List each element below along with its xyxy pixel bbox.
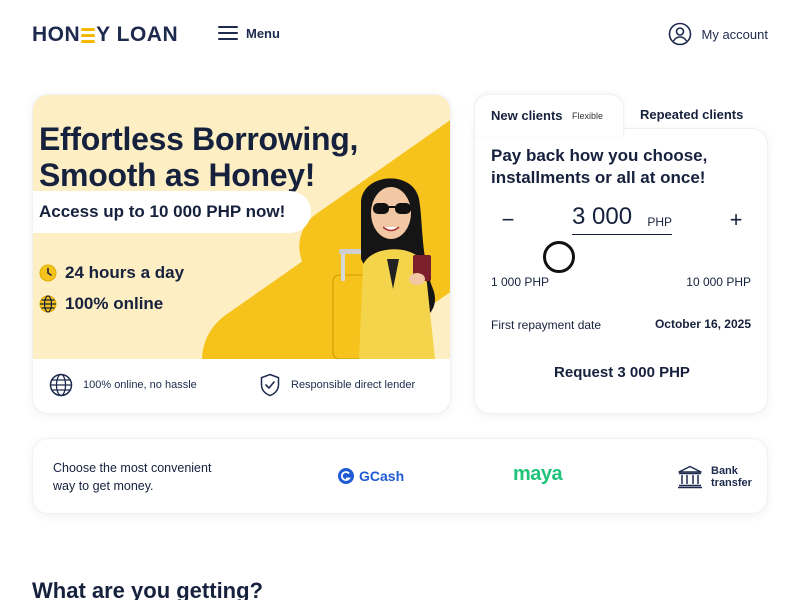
feature-online: 100% online — [39, 294, 163, 314]
shield-check-icon — [260, 373, 280, 397]
payout-methods-text: Choose the most convenient way to get mo… — [53, 461, 212, 493]
minus-icon: − — [501, 207, 515, 232]
user-icon — [668, 22, 691, 46]
feature-24h-label: 24 hours a day — [65, 263, 185, 282]
amount-value: 3 000 — [572, 203, 633, 230]
bank-label: Bank transfer — [711, 465, 752, 489]
logo-text-left: HON — [32, 23, 81, 46]
clock-icon — [39, 264, 57, 282]
globe-icon — [49, 373, 73, 397]
amount-slider-thumb[interactable] — [543, 241, 575, 273]
feature-24h: 24 hours a day — [39, 263, 184, 283]
increment-button[interactable]: + — [723, 207, 749, 233]
tab-new-clients[interactable]: New clients Flexible — [474, 94, 624, 136]
amount-currency: PHP — [647, 215, 672, 229]
tab-new-clients-label: New clients — [491, 108, 563, 123]
repayment-date-label: First repayment date — [491, 318, 602, 332]
range-max-label: 10 000 PHP — [686, 275, 751, 289]
bank-icon — [678, 465, 702, 489]
logo[interactable]: HON Y LOAN — [32, 23, 178, 47]
payout-methods: Choose the most convenient way to get mo… — [32, 438, 768, 514]
menu-button[interactable]: Menu — [218, 25, 280, 41]
bank-transfer-logo: Bank transfer — [677, 465, 752, 489]
section-heading: What are you getting? — [32, 578, 263, 600]
bank-label-line1: Bank — [711, 465, 738, 477]
banner-subtitle: Access up to 10 000 PHP now! — [33, 191, 311, 233]
bank-label-line2: transfer — [711, 477, 752, 489]
decrement-button[interactable]: − — [495, 207, 521, 233]
repayment-date-value: October 16, 2025 — [654, 317, 751, 331]
footer-lender: Responsible direct lender — [259, 373, 415, 397]
plus-icon: + — [729, 207, 743, 232]
site-header: HON Y LOAN Menu My account — [0, 0, 800, 70]
my-account-link[interactable]: My account — [668, 22, 768, 46]
logo-text-right: Y LOAN — [96, 23, 179, 46]
logo-honey-icon — [81, 26, 96, 44]
gcash-logo: GCash — [337, 467, 404, 485]
footer-online: 100% online, no hassle — [49, 373, 197, 397]
flexible-badge: Flexible — [572, 111, 604, 121]
woman-with-suitcase-image — [332, 178, 436, 359]
calculator-panel: Pay back how you choose, installments or… — [474, 128, 768, 414]
footer-online-label: 100% online, no hassle — [83, 379, 197, 391]
banner-title-line1: Effortless Borrowing, — [39, 121, 359, 157]
account-label: My account — [701, 26, 768, 42]
request-loan-button[interactable]: Request 3 000 PHP — [491, 353, 753, 393]
feature-online-label: 100% online — [65, 294, 164, 313]
menu-label: Menu — [246, 25, 280, 41]
promo-card: Effortless Borrowing, Smooth as Honey! A… — [32, 94, 451, 414]
gcash-icon — [338, 468, 354, 484]
loan-calculator: Pay back how you choose, installments or… — [474, 94, 768, 414]
promo-footer: 100% online, no hassle Responsible direc… — [33, 359, 450, 413]
hamburger-icon — [218, 25, 238, 41]
promo-banner: Effortless Borrowing, Smooth as Honey! A… — [33, 95, 450, 359]
range-min-label: 1 000 PHP — [491, 275, 550, 289]
amount-field[interactable]: 3 000 PHP — [572, 203, 672, 235]
globe-icon — [39, 295, 57, 313]
calculator-heading: Pay back how you choose, installments or… — [491, 146, 708, 187]
tab-repeated-clients[interactable]: Repeated clients — [640, 107, 743, 122]
gcash-label: GCash — [359, 468, 405, 484]
footer-lender-label: Responsible direct lender — [291, 379, 416, 391]
maya-logo: maya — [513, 463, 563, 485]
